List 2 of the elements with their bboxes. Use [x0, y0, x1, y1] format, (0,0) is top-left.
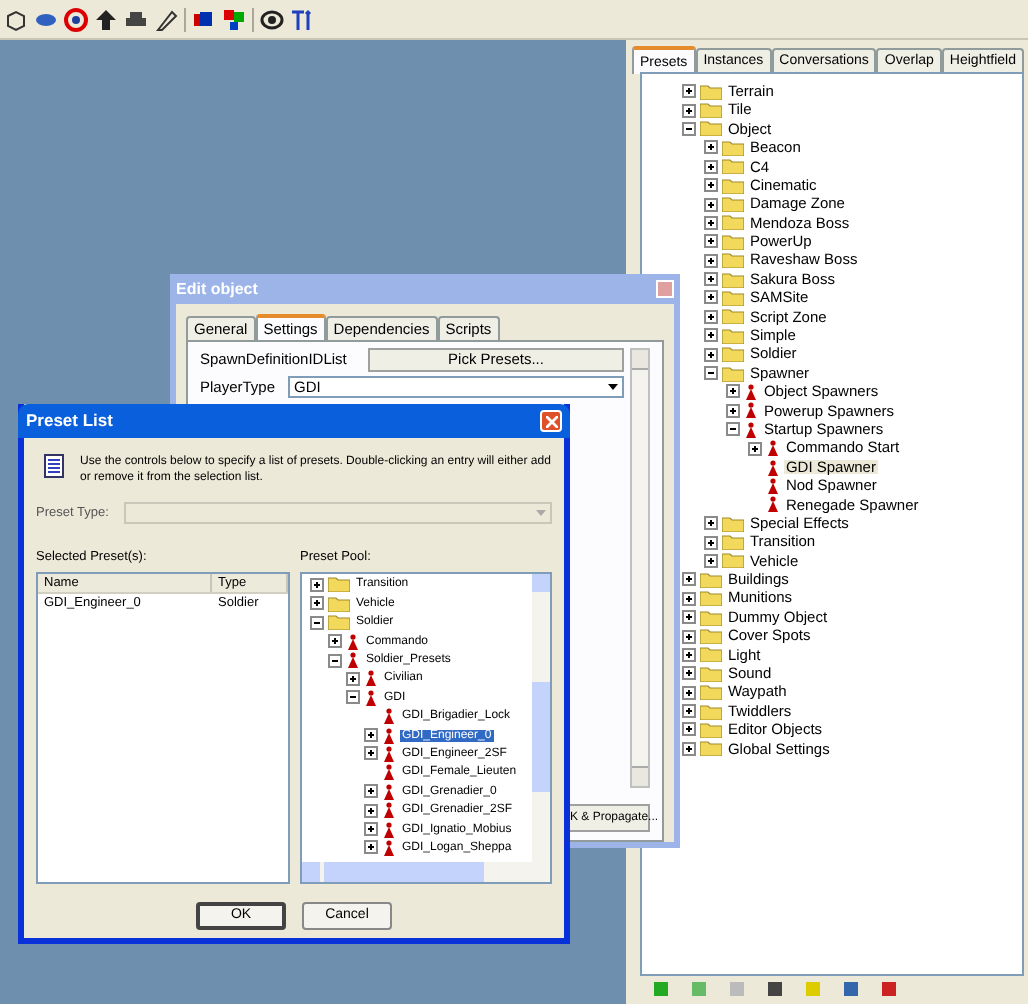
dialog-title: Preset List: [26, 408, 113, 434]
window-title: Edit object: [176, 277, 258, 301]
